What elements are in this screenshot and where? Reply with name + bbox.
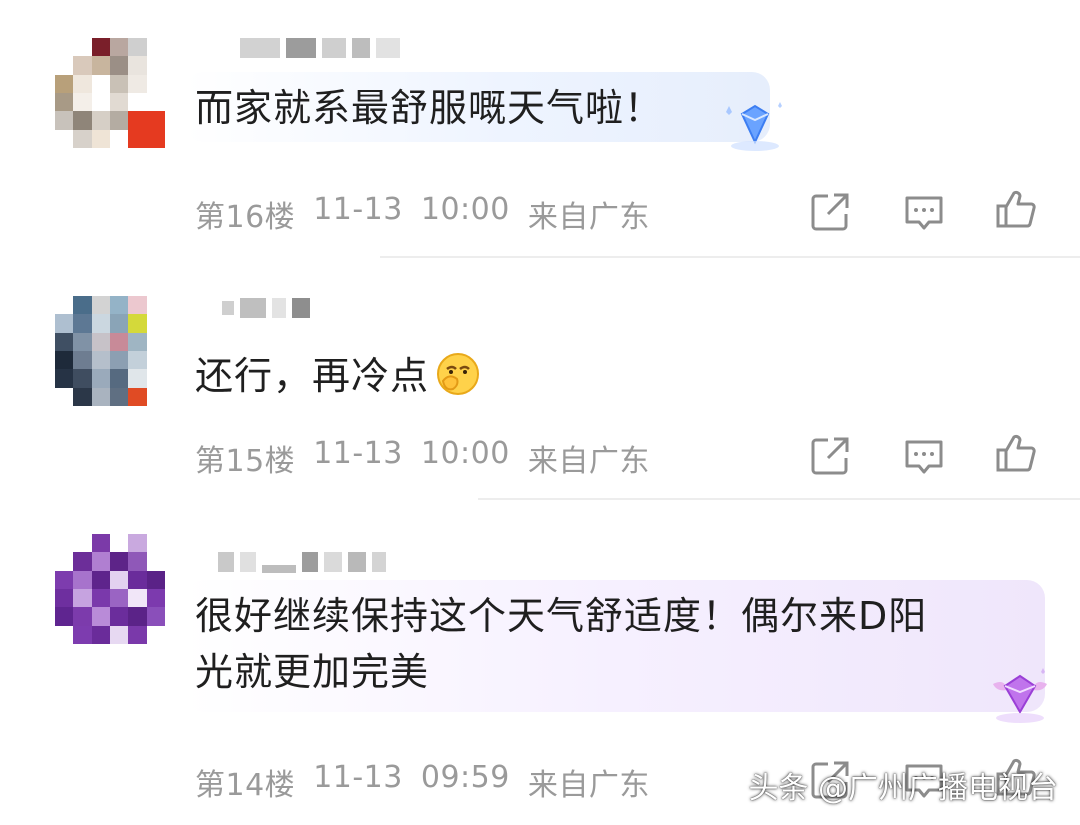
comment-item-16: 而家就系最舒服嘅天气啦！ 第16楼 11-13 10:00 来自广东 [0, 0, 1080, 258]
share-icon [811, 437, 849, 475]
floor-number: 第14楼 [195, 768, 296, 803]
comment-time: 10:00 [420, 436, 510, 471]
comment-date: 11-13 [313, 760, 403, 795]
share-button[interactable] [808, 434, 852, 478]
comment-text-line: 很好继续保持这个天气舒适度！偶尔来D阳 [195, 594, 928, 638]
comment-location: 来自广东 [527, 768, 650, 803]
comment-date: 11-13 [313, 192, 403, 227]
share-button[interactable] [808, 190, 852, 234]
comment-date: 11-13 [313, 436, 403, 471]
comment-text: 而家就系最舒服嘅天气啦！ [195, 86, 664, 130]
like-button[interactable] [994, 432, 1038, 476]
comment-meta: 第16楼 11-13 10:00 来自广东 [195, 192, 650, 236]
avatar[interactable] [55, 296, 165, 406]
comment-location: 来自广东 [527, 200, 650, 235]
diamond-badge-blue-icon [720, 100, 790, 160]
floor-number: 第15楼 [195, 444, 296, 479]
reply-icon [905, 440, 943, 474]
comment-text-line: 光就更加完美 [195, 650, 430, 694]
like-button[interactable] [994, 188, 1038, 232]
thumbs-up-icon [996, 434, 1036, 472]
smirk-emoji-icon [435, 351, 481, 397]
avatar[interactable] [55, 534, 165, 644]
comment-meta: 第15楼 11-13 10:00 来自广东 [195, 436, 650, 480]
comment-text-content: 还行，再冷点 [195, 354, 430, 398]
comment-location: 来自广东 [527, 444, 650, 479]
comment-item-15: 还行，再冷点 第15楼 11-13 10:00 来自广东 [0, 258, 1080, 500]
thumbs-up-icon [996, 190, 1036, 228]
reply-button[interactable] [902, 434, 946, 478]
reply-icon [905, 196, 943, 230]
username-redacted[interactable] [240, 36, 400, 60]
username-redacted[interactable] [222, 296, 310, 320]
comment-time: 09:59 [420, 760, 510, 795]
reply-button[interactable] [902, 190, 946, 234]
diamond-badge-purple-icon [985, 668, 1055, 732]
comment-meta: 第14楼 11-13 09:59 来自广东 [195, 760, 650, 804]
comment-text: 很好继续保持这个天气舒适度！偶尔来D阳 光就更加完美 [195, 588, 927, 700]
avatar[interactable] [55, 38, 165, 148]
floor-number: 第16楼 [195, 200, 296, 235]
comment-time: 10:00 [420, 192, 510, 227]
comment-text: 还行，再冷点 [195, 348, 481, 404]
watermark: 头条 @广州广播电视台 [748, 771, 1058, 806]
username-redacted[interactable] [218, 550, 386, 574]
share-icon [811, 193, 849, 231]
